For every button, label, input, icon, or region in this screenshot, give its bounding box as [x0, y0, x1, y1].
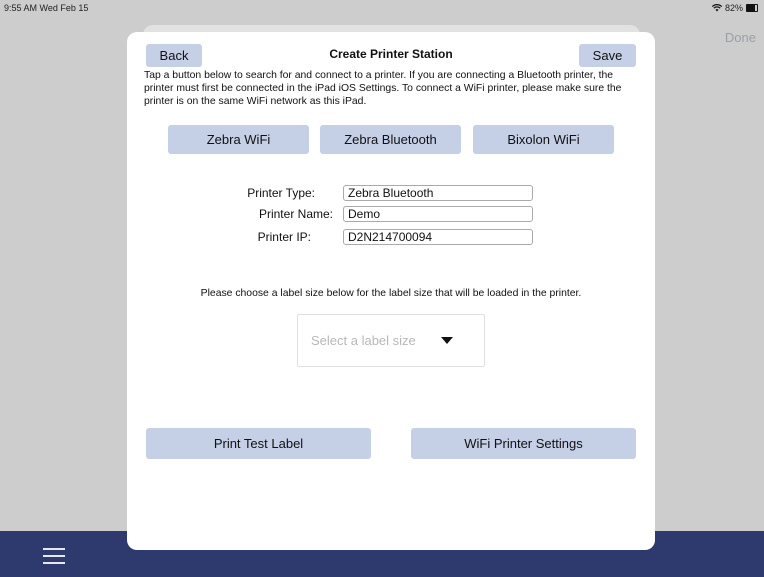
wifi-icon [711, 4, 722, 12]
zebra-bluetooth-button[interactable]: Zebra Bluetooth [320, 125, 461, 154]
done-button[interactable]: Done [725, 30, 756, 45]
printer-ip-field[interactable]: D2N214700094 [343, 229, 533, 245]
zebra-wifi-button[interactable]: Zebra WiFi [168, 125, 309, 154]
bixolon-wifi-button[interactable]: Bixolon WiFi [473, 125, 614, 154]
printer-ip-label: Printer IP: [257, 230, 311, 244]
printer-type-label: Printer Type: [247, 186, 315, 200]
wifi-printer-settings-button[interactable]: WiFi Printer Settings [411, 428, 636, 459]
label-size-select[interactable]: Select a label size [297, 314, 485, 367]
create-printer-station-modal: Back Create Printer Station Save Tap a b… [127, 32, 655, 550]
modal-title: Create Printer Station [329, 47, 453, 61]
battery-icon [746, 4, 758, 12]
status-time-date: 9:55 AM Wed Feb 15 [4, 3, 89, 13]
caret-down-icon [441, 337, 453, 344]
save-button[interactable]: Save [579, 44, 636, 67]
print-test-label-button[interactable]: Print Test Label [146, 428, 371, 459]
printer-name-field[interactable]: Demo [343, 206, 533, 222]
status-bar: 9:55 AM Wed Feb 15 82% [0, 0, 764, 16]
printer-name-label: Printer Name: [258, 207, 333, 221]
menu-icon[interactable] [43, 548, 65, 564]
label-size-prompt: Please choose a label size below for the… [200, 288, 582, 299]
status-indicators: 82% [711, 3, 758, 13]
label-size-placeholder: Select a label size [311, 333, 416, 348]
battery-percent: 82% [724, 3, 743, 13]
instructions-text: Tap a button below to search for and con… [144, 70, 622, 108]
printer-type-field[interactable]: Zebra Bluetooth [343, 185, 533, 201]
